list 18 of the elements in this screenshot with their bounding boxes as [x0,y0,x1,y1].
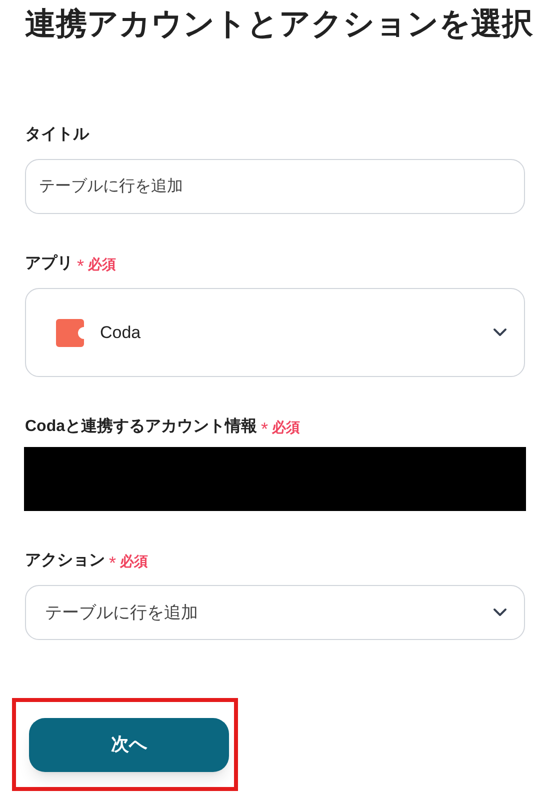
app-select[interactable]: Coda [25,288,525,377]
field-label: アプリ [25,253,73,274]
required-asterisk: * [109,554,116,572]
action-select[interactable]: テーブルに行を追加 [25,585,525,640]
page-title: 連携アカウントとアクションを選択 [25,5,534,43]
required-tag: 必須 [88,254,116,274]
required-asterisk: * [77,257,84,275]
field-label: タイトル [25,125,89,145]
next-button[interactable]: 次へ [29,718,229,772]
required-tag: 必須 [272,416,300,438]
field-label: アクション [25,551,105,571]
required-tag: 必須 [120,550,148,572]
app-logo-icon [56,318,84,346]
chevron-down-icon [493,328,507,337]
title-input-field[interactable]: テーブルに行を追加 [25,159,525,214]
field-label: Codaと連携するアカウント情報 [25,416,257,437]
required-asterisk: * [261,420,268,438]
chevron-down-icon [493,608,507,617]
